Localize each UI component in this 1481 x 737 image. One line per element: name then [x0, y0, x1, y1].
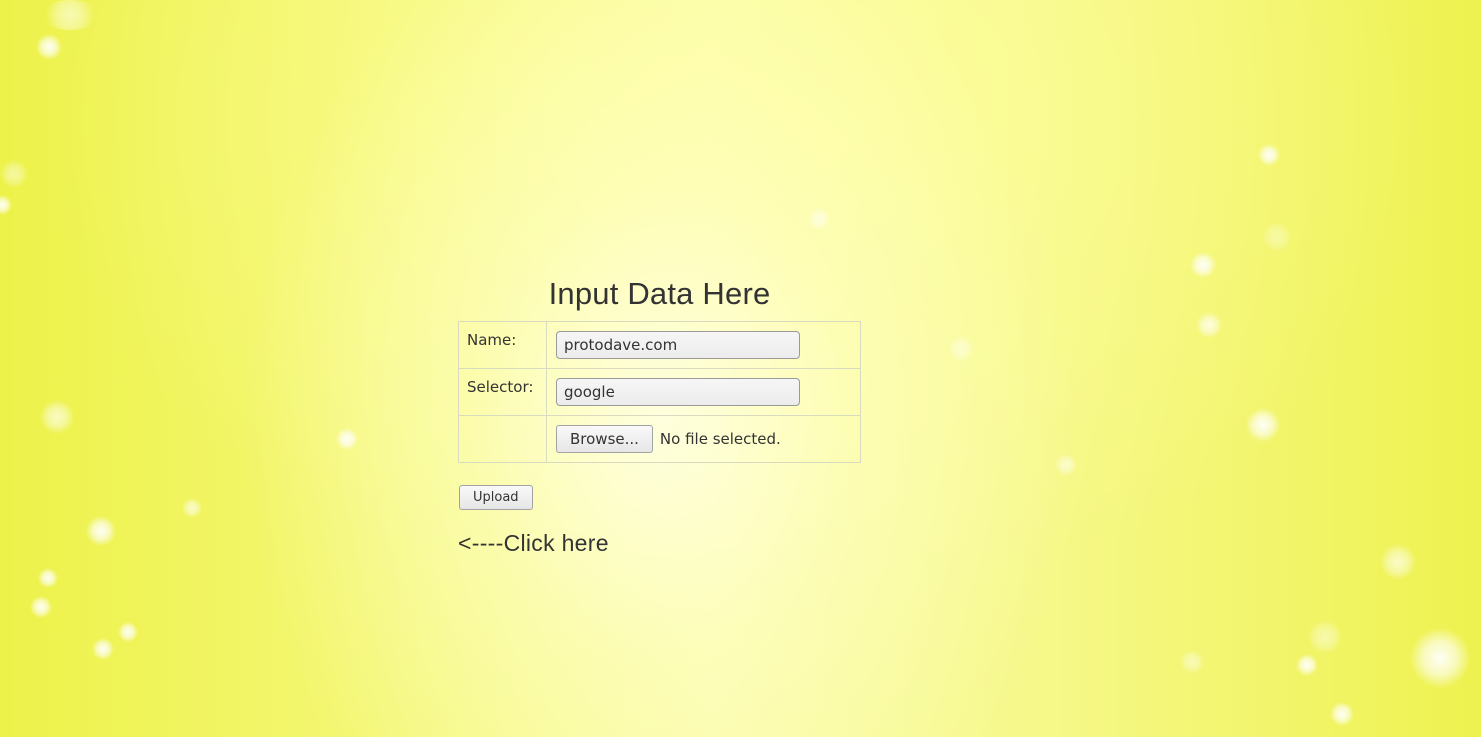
page-title: Input Data Here	[548, 276, 771, 311]
file-row: Browse... No file selected.	[458, 415, 861, 463]
file-label-cell	[458, 415, 547, 463]
selector-input[interactable]	[556, 378, 800, 406]
name-row: Name:	[458, 321, 861, 369]
upload-form: Input Data Here Name: Selector: Browse..…	[458, 270, 861, 557]
browse-button[interactable]: Browse...	[556, 425, 653, 453]
click-here-hint: <----Click here	[458, 530, 609, 556]
file-field-cell: Browse... No file selected.	[546, 415, 861, 463]
upload-button[interactable]: Upload	[459, 485, 533, 510]
selector-label: Selector:	[458, 368, 547, 416]
file-picker: Browse... No file selected.	[556, 425, 860, 453]
name-field-cell	[546, 321, 861, 369]
selector-row: Selector:	[458, 368, 861, 416]
file-status-text: No file selected.	[659, 430, 781, 448]
input-table: Name: Selector: Browse... No file select…	[458, 321, 861, 463]
name-input[interactable]	[556, 331, 800, 359]
name-label: Name:	[458, 321, 547, 369]
selector-field-cell	[546, 368, 861, 416]
